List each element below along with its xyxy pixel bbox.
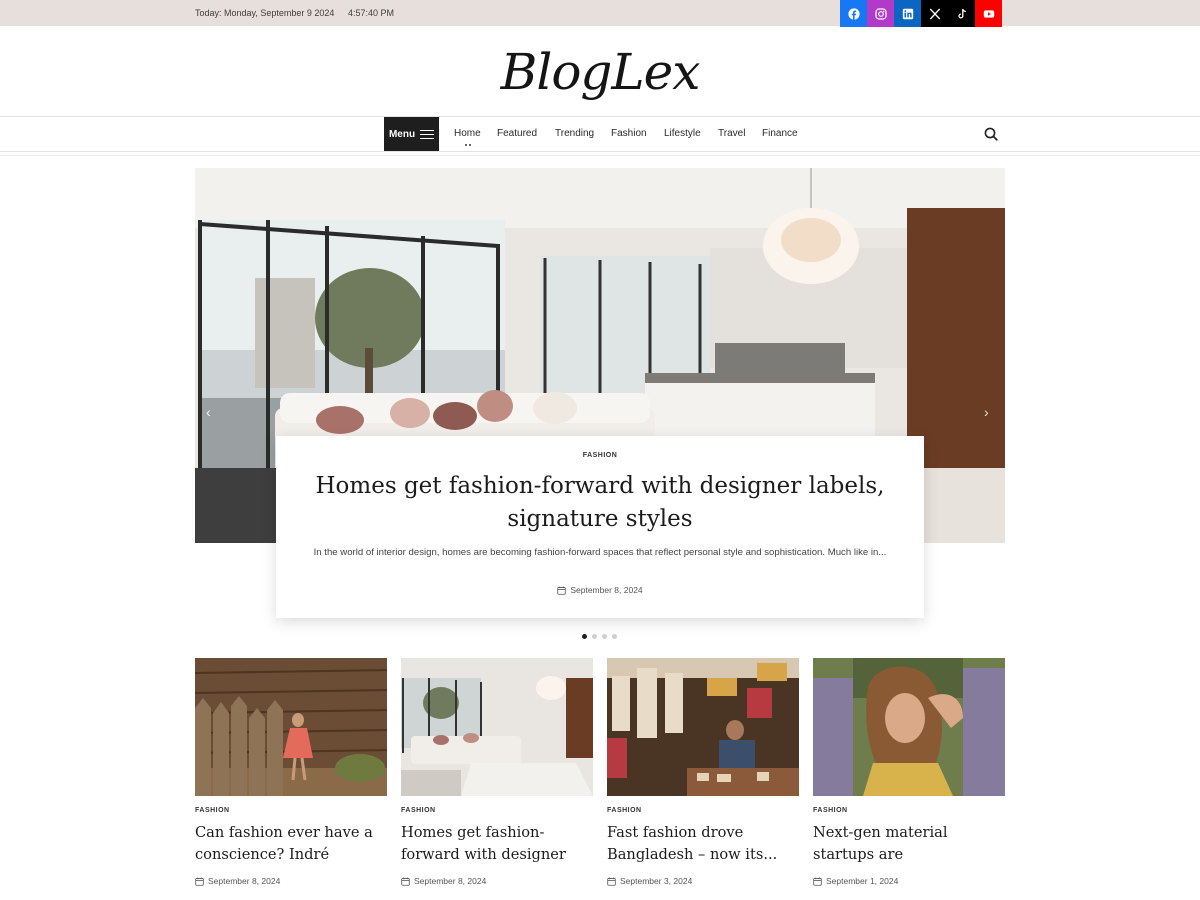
post-category[interactable]: FASHION [195, 807, 387, 814]
nav-item-fashion[interactable]: Fashion [611, 128, 647, 139]
nav-border-bottom [0, 151, 1200, 152]
hero-excerpt: In the world of interior design, homes a… [313, 547, 887, 558]
linkedin-icon [902, 8, 913, 19]
post-title[interactable]: Can fashion ever have a conscience? Indr… [195, 822, 387, 866]
slider-dot[interactable] [592, 634, 597, 639]
current-time: 4:57:40 PM [348, 8, 395, 18]
facebook-link[interactable] [840, 0, 867, 27]
post-title[interactable]: Homes get fashion-forward with designer … [401, 822, 593, 866]
post-date-text: September 1, 2024 [826, 876, 899, 886]
active-indicator [464, 144, 472, 147]
post-title[interactable]: Fast fashion drove Bangladesh – now its.… [607, 822, 799, 866]
instagram-icon [874, 7, 887, 20]
x-icon [929, 8, 940, 19]
slider-dot[interactable] [582, 634, 587, 639]
post-date-text: September 3, 2024 [620, 876, 693, 886]
slider-dot[interactable] [602, 634, 607, 639]
post-title[interactable]: Next-gen material startups are depriorit… [813, 822, 1005, 866]
post-thumbnail[interactable] [607, 658, 799, 796]
hero-date-text: September 8, 2024 [570, 585, 643, 595]
post-date: September 8, 2024 [401, 876, 486, 886]
post-date: September 1, 2024 [813, 876, 898, 886]
calendar-icon [195, 877, 204, 886]
slider-pagination [582, 634, 617, 639]
hero-prev-arrow[interactable]: ‹ [206, 404, 211, 420]
site-logo[interactable]: BlogLex [0, 42, 1200, 102]
instagram-link[interactable] [867, 0, 894, 27]
post-card: FASHION Next-gen material startups are d… [813, 658, 1005, 891]
social-links [840, 0, 1002, 27]
x-link[interactable] [921, 0, 948, 27]
facebook-icon [847, 7, 860, 20]
menu-button[interactable]: Menu [384, 117, 439, 151]
post-category[interactable]: FASHION [813, 807, 1005, 814]
nav-border-top [0, 116, 1200, 117]
slider-dot[interactable] [612, 634, 617, 639]
post-date-text: September 8, 2024 [208, 876, 281, 886]
menu-label: Menu [388, 128, 416, 140]
post-thumbnail[interactable] [401, 658, 593, 796]
top-bar: Today: Monday, September 9 2024 4:57:40 … [0, 0, 1200, 27]
search-icon[interactable] [983, 126, 999, 142]
calendar-icon [813, 877, 822, 886]
post-thumbnail[interactable] [195, 658, 387, 796]
calendar-icon [401, 877, 410, 886]
youtube-link[interactable] [975, 0, 1002, 27]
hero-date: September 8, 2024 [276, 585, 924, 595]
post-category[interactable]: FASHION [607, 807, 799, 814]
post-date: September 8, 2024 [195, 876, 280, 886]
nav-item-featured[interactable]: Featured [497, 128, 537, 139]
youtube-icon [983, 9, 994, 18]
hero-next-arrow[interactable]: › [984, 404, 989, 420]
hero-title[interactable]: Homes get fashion-forward with designer … [296, 470, 904, 536]
hero-card: FASHION Homes get fashion-forward with d… [276, 436, 924, 618]
post-date-text: September 8, 2024 [414, 876, 487, 886]
nav-border-shadow [0, 155, 1200, 156]
nav-item-travel[interactable]: Travel [718, 128, 745, 139]
post-card: FASHION Fast fashion drove Bangladesh – … [607, 658, 799, 891]
calendar-icon [607, 877, 616, 886]
hero-category[interactable]: FASHION [276, 452, 924, 459]
post-thumbnail[interactable] [813, 658, 1005, 796]
tiktok-link[interactable] [948, 0, 975, 27]
post-date: September 3, 2024 [607, 876, 692, 886]
nav-item-finance[interactable]: Finance [762, 128, 798, 139]
tiktok-icon [957, 8, 966, 19]
post-card: FASHION Homes get fashion-forward with d… [401, 658, 593, 891]
hamburger-icon [420, 129, 435, 139]
nav-item-home[interactable]: Home [454, 128, 481, 139]
calendar-icon [557, 586, 567, 595]
linkedin-link[interactable] [894, 0, 921, 27]
post-category[interactable]: FASHION [401, 807, 593, 814]
nav-item-lifestyle[interactable]: Lifestyle [664, 128, 701, 139]
nav-item-trending[interactable]: Trending [555, 128, 594, 139]
current-date: Today: Monday, September 9 2024 [195, 8, 335, 18]
post-card: FASHION Can fashion ever have a conscien… [195, 658, 387, 891]
